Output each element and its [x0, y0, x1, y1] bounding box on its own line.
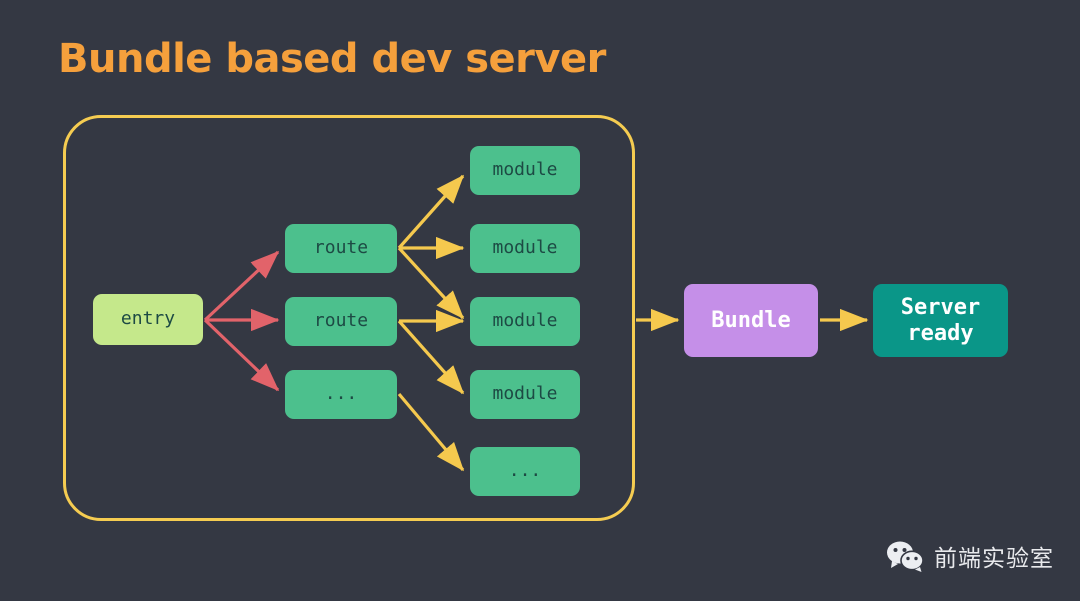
node-route-1[interactable]: route [285, 224, 397, 273]
node-route-2[interactable]: route [285, 297, 397, 346]
node-entry[interactable]: entry [93, 294, 203, 345]
node-bundle[interactable]: Bundle [684, 284, 818, 357]
watermark-text: 前端实验室 [934, 546, 1054, 572]
node-label: ... [324, 383, 358, 405]
node-module-1[interactable]: module [470, 146, 580, 195]
node-label: module [492, 237, 558, 259]
node-label: route [313, 237, 369, 259]
node-server-ready[interactable]: Server ready [873, 284, 1008, 357]
node-label: Server ready [900, 295, 981, 346]
node-label: module [492, 310, 558, 332]
node-label: route [313, 310, 369, 332]
node-route-more[interactable]: ... [285, 370, 397, 419]
wechat-icon [886, 540, 924, 572]
slide-canvas: Bundle based dev server entry route rout… [0, 0, 1080, 601]
node-label: ... [508, 460, 542, 482]
node-label: entry [120, 308, 176, 330]
node-label: Bundle [711, 307, 791, 333]
node-module-2[interactable]: module [470, 224, 580, 273]
node-label: module [492, 159, 558, 181]
node-label: module [492, 383, 558, 405]
node-module-4[interactable]: module [470, 370, 580, 419]
page-title: Bundle based dev server [58, 36, 606, 82]
node-module-more[interactable]: ... [470, 447, 580, 496]
node-module-3[interactable]: module [470, 297, 580, 346]
watermark: 前端实验室 [886, 539, 1054, 573]
